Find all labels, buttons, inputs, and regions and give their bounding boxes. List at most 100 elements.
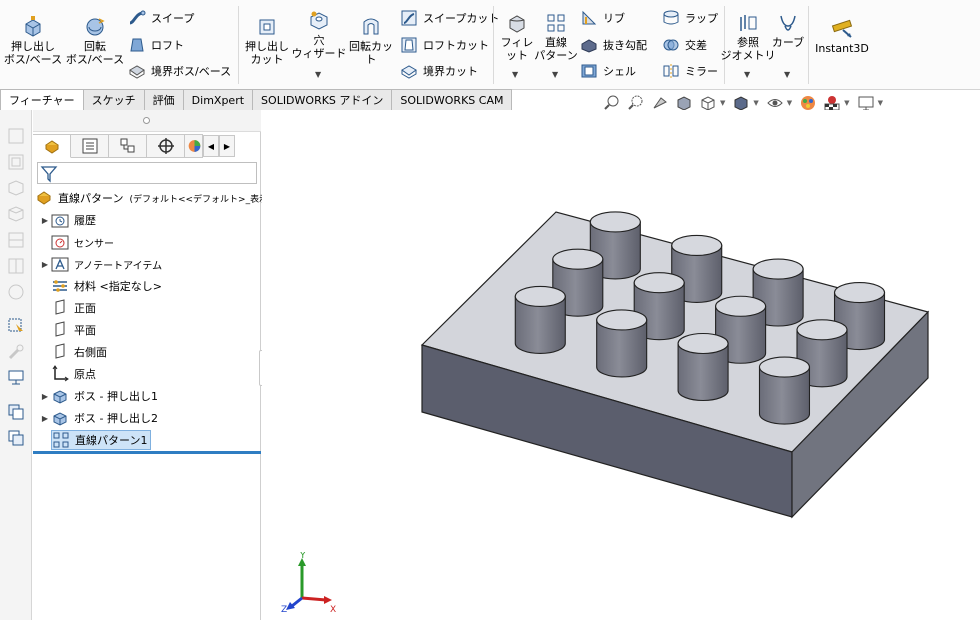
curves-button[interactable]: カーブ <box>770 12 806 49</box>
select-tool-icon[interactable] <box>6 316 26 336</box>
curves-dropdown[interactable]: ▼ <box>784 70 790 79</box>
tab-dimxpert-manager[interactable] <box>147 134 185 158</box>
fillet-dropdown[interactable]: ▼ <box>512 70 518 79</box>
tree-item-label: 正面 <box>74 302 96 315</box>
box-faded-icon-1[interactable] <box>6 126 26 146</box>
tree-item-sensors[interactable]: センサー <box>39 231 114 253</box>
tree-item-boss-extrude1[interactable]: ▶ ボス - 押し出し1 <box>39 385 158 407</box>
paste-icon[interactable] <box>6 428 26 448</box>
wrap-button[interactable]: ラップ <box>662 8 718 28</box>
panel-tabs-scroll-right[interactable]: ▶ <box>219 135 235 157</box>
tab-dimxpert[interactable]: DimXpert <box>182 89 254 110</box>
tab-sketch[interactable]: スケッチ <box>82 89 145 110</box>
chevron-right-icon[interactable]: ▶ <box>39 414 51 423</box>
tree-item-linear-pattern1[interactable]: 直線パターン1 <box>51 429 152 451</box>
tree-item-label: ボス - 押し出し1 <box>74 390 158 403</box>
apply-scene-dropdown[interactable]: ▼ <box>844 99 849 107</box>
hole-wizard-button[interactable]: 穴 ウィザード <box>292 10 347 60</box>
extrude-cut-button[interactable]: 押し出し カット <box>244 16 290 66</box>
axis-triad: Y X Z <box>281 552 336 612</box>
boss-cylinder[interactable] <box>677 332 729 402</box>
revolve-boss-button[interactable]: 回転 ボス/ベース <box>66 16 124 66</box>
rib-button[interactable]: リブ <box>580 8 625 28</box>
sweep-cut-button[interactable]: スイープカット <box>400 8 499 28</box>
hide-show-items-dropdown[interactable]: ▼ <box>787 99 792 107</box>
side-toolbar <box>0 110 32 620</box>
tree-item-label: 原点 <box>74 368 96 381</box>
tree-item-top-plane[interactable]: 平面 <box>39 319 96 341</box>
curves-icon <box>780 15 796 31</box>
mirror-button[interactable]: ミラー <box>662 61 718 81</box>
sweep-button[interactable]: スイープ <box>128 8 194 28</box>
tab-solidworks-addins[interactable]: SOLIDWORKS アドイン <box>252 89 393 110</box>
boundary-cut-button[interactable]: 境界カット <box>400 61 478 81</box>
box-faded-icon-2[interactable] <box>6 152 26 172</box>
shell-button[interactable]: シェル <box>580 61 636 81</box>
boundary-boss-icon <box>129 65 145 79</box>
tree-item-label: 直線パターン1 <box>75 434 148 447</box>
chevron-right-icon[interactable]: ▶ <box>39 260 51 269</box>
draft-button[interactable]: 抜き勾配 <box>580 35 647 55</box>
tab-configuration-manager[interactable] <box>109 134 147 158</box>
reference-geometry-dropdown[interactable]: ▼ <box>744 70 750 79</box>
extrude-boss-button[interactable]: 押し出し ボス/ベース <box>4 16 62 66</box>
tab-solidworks-cam[interactable]: SOLIDWORKS CAM <box>391 89 513 110</box>
loft-cut-icon <box>401 37 417 53</box>
tree-item-boss-extrude2[interactable]: ▶ ボス - 押し出し2 <box>39 407 158 429</box>
boundary-boss-button[interactable]: 境界ボス/ベース <box>128 61 231 81</box>
boss-cylinder[interactable] <box>596 309 648 378</box>
copy-icon[interactable] <box>6 402 26 422</box>
revolve-cut-button[interactable]: 回転カット <box>346 16 396 66</box>
tree-item-label: センサー <box>74 238 114 250</box>
3d-model-linear-pattern-block[interactable] <box>262 110 980 620</box>
tab-display-manager[interactable] <box>185 134 203 158</box>
view-orientation-dropdown[interactable]: ▼ <box>720 99 725 107</box>
panel-pin-icon[interactable] <box>143 117 150 124</box>
loft-icon <box>130 38 144 52</box>
instant3d-button[interactable]: Instant3D <box>812 18 872 55</box>
tree-item-material[interactable]: 材料 <指定なし> <box>39 275 162 297</box>
view-settings-dropdown[interactable]: ▼ <box>878 99 883 107</box>
boss-cylinder[interactable] <box>758 356 811 425</box>
loft-button[interactable]: ロフト <box>128 35 184 55</box>
chevron-right-icon[interactable]: ▶ <box>39 216 51 225</box>
boss-cylinder[interactable] <box>514 285 566 354</box>
selected-tree-item[interactable]: 直線パターン1 <box>51 430 152 450</box>
reference-geometry-button[interactable]: 参照 ジオメトリ <box>721 12 776 62</box>
tree-filter-input[interactable] <box>37 162 257 184</box>
loft-cut-button[interactable]: ロフトカット <box>400 35 489 55</box>
tab-evaluate[interactable]: 評価 <box>143 89 184 110</box>
chevron-right-icon[interactable]: ▶ <box>39 392 51 401</box>
sphere-faded-icon[interactable] <box>6 282 26 302</box>
tab-feature-manager[interactable] <box>33 134 71 158</box>
box-faded-icon-6[interactable] <box>6 256 26 276</box>
intersect-icon <box>663 39 679 51</box>
display-panel-icon[interactable] <box>6 368 26 388</box>
command-manager-ribbon: 押し出し ボス/ベース 回転 ボス/ベース スイープ ロフト 境界ボス/ベース <box>0 0 980 90</box>
display-style-dropdown[interactable]: ▼ <box>753 99 758 107</box>
panel-tabs-scroll-left[interactable]: ◀ <box>203 135 219 157</box>
sweep-icon <box>129 10 146 25</box>
tree-item-origin[interactable]: 原点 <box>39 363 96 385</box>
linear-pattern-dropdown[interactable]: ▼ <box>552 70 558 79</box>
tab-features[interactable]: フィーチャー <box>0 89 84 110</box>
rollback-bar[interactable] <box>33 451 261 454</box>
tree-item-history[interactable]: ▶ 履歴 <box>39 209 96 231</box>
intersect-button[interactable]: 交差 <box>662 35 707 55</box>
tree-item-annotations[interactable]: ▶ アノテートアイテム <box>39 253 162 275</box>
tab-property-manager[interactable] <box>71 134 109 158</box>
linear-pattern-button[interactable]: 直線 パターン <box>534 12 578 62</box>
box-faded-icon-3[interactable] <box>6 178 26 198</box>
tree-item-front-plane[interactable]: 正面 <box>39 297 96 319</box>
graphics-area[interactable] <box>262 110 980 620</box>
box-faded-icon-5[interactable] <box>6 230 26 250</box>
hole-wizard-dropdown[interactable]: ▼ <box>315 70 321 79</box>
wrench-faded-icon[interactable] <box>6 342 26 362</box>
fillet-button[interactable]: フィレット <box>497 12 537 62</box>
instant3d-icon <box>831 19 853 38</box>
tree-root-part[interactable]: 直線パターン (デフォルト<<デフォルト>_表示状 <box>35 187 277 209</box>
boundary-cut-icon <box>401 65 417 79</box>
tree-item-label: 履歴 <box>74 214 96 227</box>
box-faded-icon-4[interactable] <box>6 204 26 224</box>
tree-item-right-plane[interactable]: 右側面 <box>39 341 107 363</box>
